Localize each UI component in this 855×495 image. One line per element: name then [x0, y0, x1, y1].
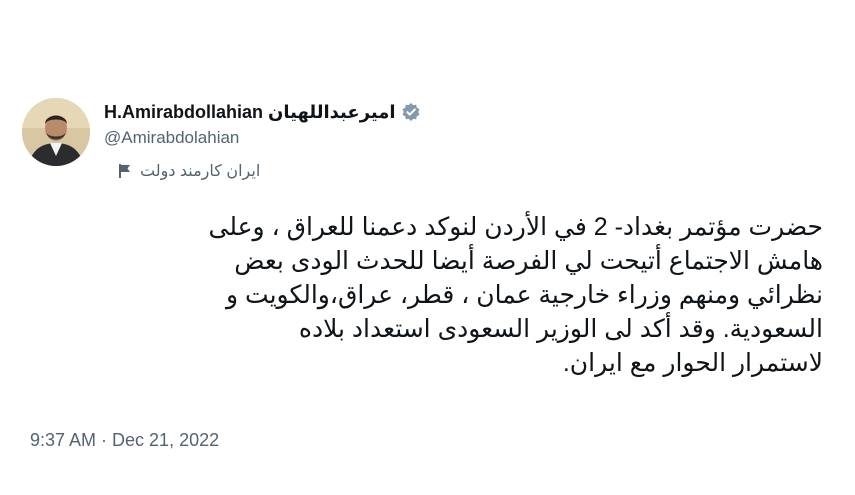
user-handle[interactable]: @Amirabdolahian	[104, 128, 604, 150]
avatar-portrait-icon	[22, 98, 90, 166]
avatar[interactable]	[22, 98, 90, 166]
tweet-text-line: حضرت مؤتمر بغداد- 2 في الأردن لنوكد دعمن…	[208, 213, 823, 241]
tweet-text-line: السعودية. وقد أكد لى الوزير السعودى استع…	[298, 315, 823, 343]
tweet-card: H.Amirabdollahian امیرعبداللهیان @Amirab…	[0, 0, 855, 495]
tweet-text-line: نظرائي ومنهم وزراء خارجية عمان ، قطر، عر…	[226, 281, 823, 309]
flag-icon	[118, 163, 132, 179]
tweet-text: حضرت مؤتمر بغداد- 2 في الأردن لنوكد دعمن…	[40, 210, 823, 380]
affiliation-row: ایران کارمند دولت	[104, 160, 604, 182]
tweet-text-line: هامش الاجتماع أتيحت لي الفرصة أيضا للحدث…	[234, 247, 823, 275]
affiliation-label: ایران کارمند دولت	[140, 163, 261, 180]
name-row: H.Amirabdollahian امیرعبداللهیان	[104, 100, 604, 124]
tweet-header: H.Amirabdollahian امیرعبداللهیان @Amirab…	[104, 100, 604, 182]
tweet-text-line: لاستمرار الحوار مع ايران.	[562, 349, 823, 377]
display-name[interactable]: H.Amirabdollahian امیرعبداللهیان	[104, 102, 396, 123]
verified-badge-icon	[401, 102, 421, 122]
tweet-timestamp[interactable]: 9:37 AM · Dec 21, 2022	[30, 430, 219, 451]
